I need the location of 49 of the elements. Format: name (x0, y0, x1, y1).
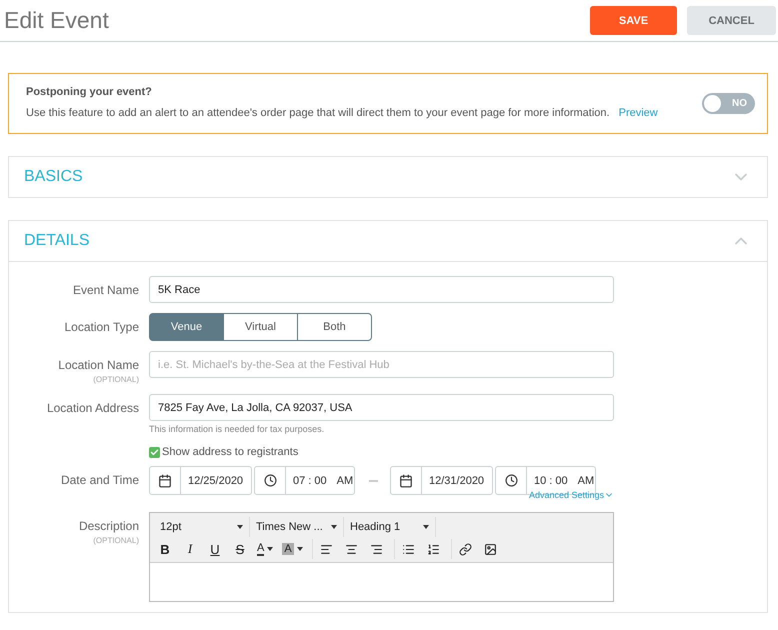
period-value: AM (578, 474, 594, 486)
image-icon (484, 542, 498, 556)
page-title: Edit Event (4, 7, 110, 34)
description-editor[interactable]: 12pt Times New ... Heading 1 B I U S A A (149, 512, 614, 602)
field-label: Description (78, 519, 139, 533)
underline-button[interactable]: U (204, 539, 226, 559)
align-left-icon (320, 542, 334, 556)
time-value: 10 : 00 (534, 474, 568, 486)
date-field[interactable]: 12/25/2020 (149, 466, 252, 495)
period-value: AM (336, 474, 354, 486)
numbered-list-icon (427, 542, 440, 556)
align-right-icon (370, 542, 384, 556)
calendar-icon (399, 474, 413, 488)
location-address-field[interactable]: 7825 Fay Ave, La Jolla, CA 92037, USA (149, 394, 614, 421)
show-address-checkbox[interactable] (149, 446, 160, 458)
tax-hint: This information is needed for tax purposes. (149, 424, 326, 434)
field-label: Date and Time (60, 473, 139, 487)
optional-note: (OPTIONAL) (93, 536, 139, 545)
checkbox-label: Show address to registrants (162, 446, 298, 458)
field-label: Location Type (64, 320, 139, 334)
event-name-field[interactable]: 5K Race (149, 276, 614, 303)
time-field[interactable]: 07 : 00 AM (254, 466, 355, 495)
toolbar-dropdown[interactable]: Times New ... (250, 517, 344, 537)
clock-icon (264, 474, 276, 487)
field-label: Location Name (58, 358, 139, 372)
text-color-button[interactable]: A (254, 539, 276, 559)
bold-button[interactable]: B (154, 539, 176, 559)
field-label: Location Address (46, 401, 139, 415)
strike-button[interactable]: S (229, 539, 251, 559)
cancel-button[interactable]: CANCEL (687, 6, 776, 35)
location-type-option[interactable]: Virtual (223, 313, 298, 341)
toolbar-dropdown[interactable]: Heading 1 (344, 517, 436, 537)
calendar-icon (158, 474, 172, 488)
align-center-icon (345, 542, 358, 556)
link-icon (459, 542, 472, 556)
clock-icon (504, 474, 518, 487)
alert-title: Postponing your event? (26, 86, 153, 98)
date-field[interactable]: 12/31/2020 (390, 466, 493, 495)
toolbar-dropdown[interactable]: 12pt (154, 517, 250, 537)
italic-button[interactable]: I (179, 539, 201, 559)
location-type-option[interactable]: Venue (149, 313, 224, 341)
alert-text: Use this feature to add an alert to an attendee's order page that will direct them to your event page for more information. (26, 107, 610, 119)
field-label: Event Name (72, 283, 139, 297)
time-value: 07 : 00 (293, 474, 327, 486)
optional-note: (OPTIONAL) (93, 375, 139, 384)
highlight-color-button[interactable]: A (279, 539, 306, 559)
location-type-option[interactable]: Both (297, 313, 372, 341)
location-name-field[interactable]: i.e. St. Michael's by-the-Sea at the Festival Hub (149, 351, 614, 378)
bullet-list-icon (402, 542, 416, 556)
